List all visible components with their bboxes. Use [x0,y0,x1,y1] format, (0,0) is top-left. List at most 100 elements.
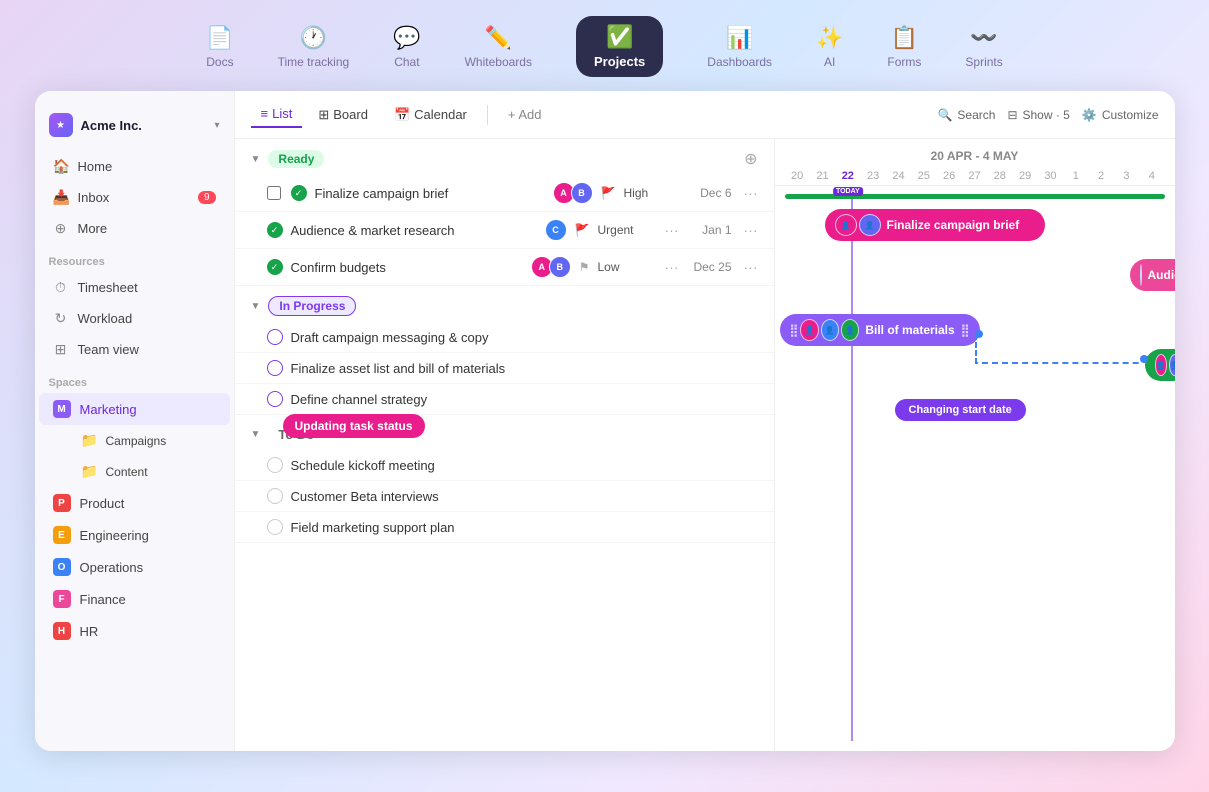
gantt-bar-materials[interactable]: ⣿ 👤 👤 👤 Bill of materials ⣿ [780,314,980,346]
nav-time-tracking[interactable]: 🕐 Time tracking [256,19,372,75]
gantt-bar-audience2[interactable]: 👤 👤 Audience & market research [1145,349,1175,381]
task-options-button[interactable]: ··· [665,222,679,238]
bar-avatar: 👤 [800,319,818,341]
workspace-header[interactable]: ★ Acme Inc. ▾ [35,107,234,151]
customize-button[interactable]: ⚙️ Customize [1082,108,1159,122]
campaigns-label: Campaigns [106,434,167,448]
sidebar-item-operations[interactable]: O Operations [39,551,230,583]
task-options-button[interactable]: ··· [665,259,679,275]
sidebar-item-team-view[interactable]: ⊞ Team view [39,334,230,365]
finance-label: Finance [80,592,126,607]
sidebar-item-marketing[interactable]: M Marketing [39,393,230,425]
nav-whiteboards[interactable]: ✏️ Whiteboards [443,19,554,75]
nav-chat-label: Chat [394,55,419,69]
nav-chat[interactable]: 💬 Chat [371,19,442,75]
task-more-button[interactable]: ··· [744,259,758,275]
toolbar-right: 🔍 Search ⊟ Show · 5 ⚙️ Customize [937,108,1158,122]
sidebar-item-hr[interactable]: H HR [39,615,230,647]
nav-projects-label: Projects [594,54,645,69]
nav-docs[interactable]: 📄 Docs [184,19,255,75]
task-row: Draft campaign messaging & copy [235,322,774,353]
task-check-done[interactable]: ✓ [291,185,307,201]
toolbar-separator [487,105,488,125]
task-avatars: A B [531,256,571,278]
more-label: More [78,221,108,236]
forms-icon: 📋 [891,25,918,51]
ready-add-icon[interactable]: ⊕ [744,149,757,169]
task-check-inprogress[interactable] [267,391,283,407]
nav-ai[interactable]: ✨ AI [794,19,865,75]
product-label: Product [80,496,125,511]
nav-forms[interactable]: 📋 Forms [865,19,943,75]
gantt-date: 4 [1139,167,1164,185]
workload-icon: ↻ [53,310,69,327]
task-name: Customer Beta interviews [291,489,758,504]
inprogress-badge: In Progress [268,296,356,316]
drag-handle-left[interactable]: ⣿ [790,323,799,337]
view-board[interactable]: ⊞ Board [308,102,378,128]
nav-forms-label: Forms [887,55,921,69]
finance-dot: F [53,590,71,608]
task-more-button[interactable]: ··· [744,222,758,238]
task-check-inprogress[interactable] [267,360,283,376]
home-icon: 🏠 [53,158,69,175]
view-calendar[interactable]: 📅 Calendar [384,102,477,128]
nav-dashboards[interactable]: 📊 Dashboards [685,19,794,75]
task-name: Finalize campaign brief [315,186,545,201]
add-label: + Add [508,107,542,122]
sidebar-item-finance[interactable]: F Finance [39,583,230,615]
task-name: Confirm budgets [291,260,523,275]
task-name: Audience & market research [291,223,537,238]
nav-projects[interactable]: ✅ Projects [554,10,685,83]
gantt-date: 2 [1088,167,1113,185]
section-inprogress[interactable]: ▼ In Progress [235,286,774,322]
task-check[interactable] [267,488,283,504]
main-panel: ≡ List ⊞ Board 📅 Calendar + Add 🔍 Search [235,91,1175,751]
ready-badge: Ready [268,150,324,168]
task-check-done[interactable]: ✓ [267,222,283,238]
task-avatars: A B [553,182,593,204]
sidebar-item-more[interactable]: ⊕ More [39,213,230,244]
sidebar-item-inbox[interactable]: 📥 Inbox 9 [39,182,230,213]
task-check[interactable] [267,457,283,473]
connector-dot-end [1140,355,1148,363]
task-checkbox[interactable] [267,186,281,200]
gantt-bar-finalize[interactable]: 👤 👤 Finalize campaign brief [825,209,1045,241]
avatar: B [571,182,593,204]
bar-avatar: 👤 [821,319,839,341]
marketing-sub: 📁 Campaigns 📁 Content [35,425,234,487]
show-button[interactable]: ⊟ Show · 5 [1007,108,1069,122]
gantt-panel: 20 APR - 4 MAY 20 21 22 23 24 25 26 27 2… [775,139,1175,751]
search-button[interactable]: 🔍 Search [937,108,995,122]
sidebar-item-engineering[interactable]: E Engineering [39,519,230,551]
task-date: Jan 1 [687,223,732,237]
sidebar-item-workload[interactable]: ↻ Workload [39,303,230,334]
sidebar-item-content[interactable]: 📁 Content [67,456,230,487]
workspace-name: Acme Inc. [81,118,142,133]
sidebar-item-product[interactable]: P Product [39,487,230,519]
section-ready[interactable]: ▼ Ready ⊕ [235,139,774,175]
sidebar-item-campaigns[interactable]: 📁 Campaigns [67,425,230,456]
dashboards-icon: 📊 [726,25,753,51]
engineering-label: Engineering [80,528,149,543]
search-icon: 🔍 [937,108,952,122]
nav-sprints[interactable]: 〰️ Sprints [943,19,1024,75]
gantt-date: 20 [785,167,810,185]
add-view-button[interactable]: + Add [498,102,552,127]
sidebar-item-home[interactable]: 🏠 Home [39,151,230,182]
task-row: Field marketing support plan [235,512,774,543]
gantt-bar-audience1[interactable]: 👤 Audience & market research [1130,259,1175,291]
bar-avatar: 👤 [1140,264,1142,286]
main-area: ★ Acme Inc. ▾ 🏠 Home 📥 Inbox 9 ⊕ More Re… [35,91,1175,751]
task-check-done[interactable]: ✓ [267,259,283,275]
view-list[interactable]: ≡ List [251,101,303,128]
task-check-inprogress[interactable] [267,329,283,345]
task-options-button[interactable]: ··· [744,185,758,201]
task-check[interactable] [267,519,283,535]
gantt-date: 3 [1114,167,1139,185]
priority-label: Low [598,260,653,274]
marketing-label: Marketing [80,402,137,417]
drag-handle-right[interactable]: ⣿ [961,323,970,337]
sidebar-item-timesheet[interactable]: ⏱ Timesheet [39,272,230,303]
team-view-label: Team view [78,342,139,357]
